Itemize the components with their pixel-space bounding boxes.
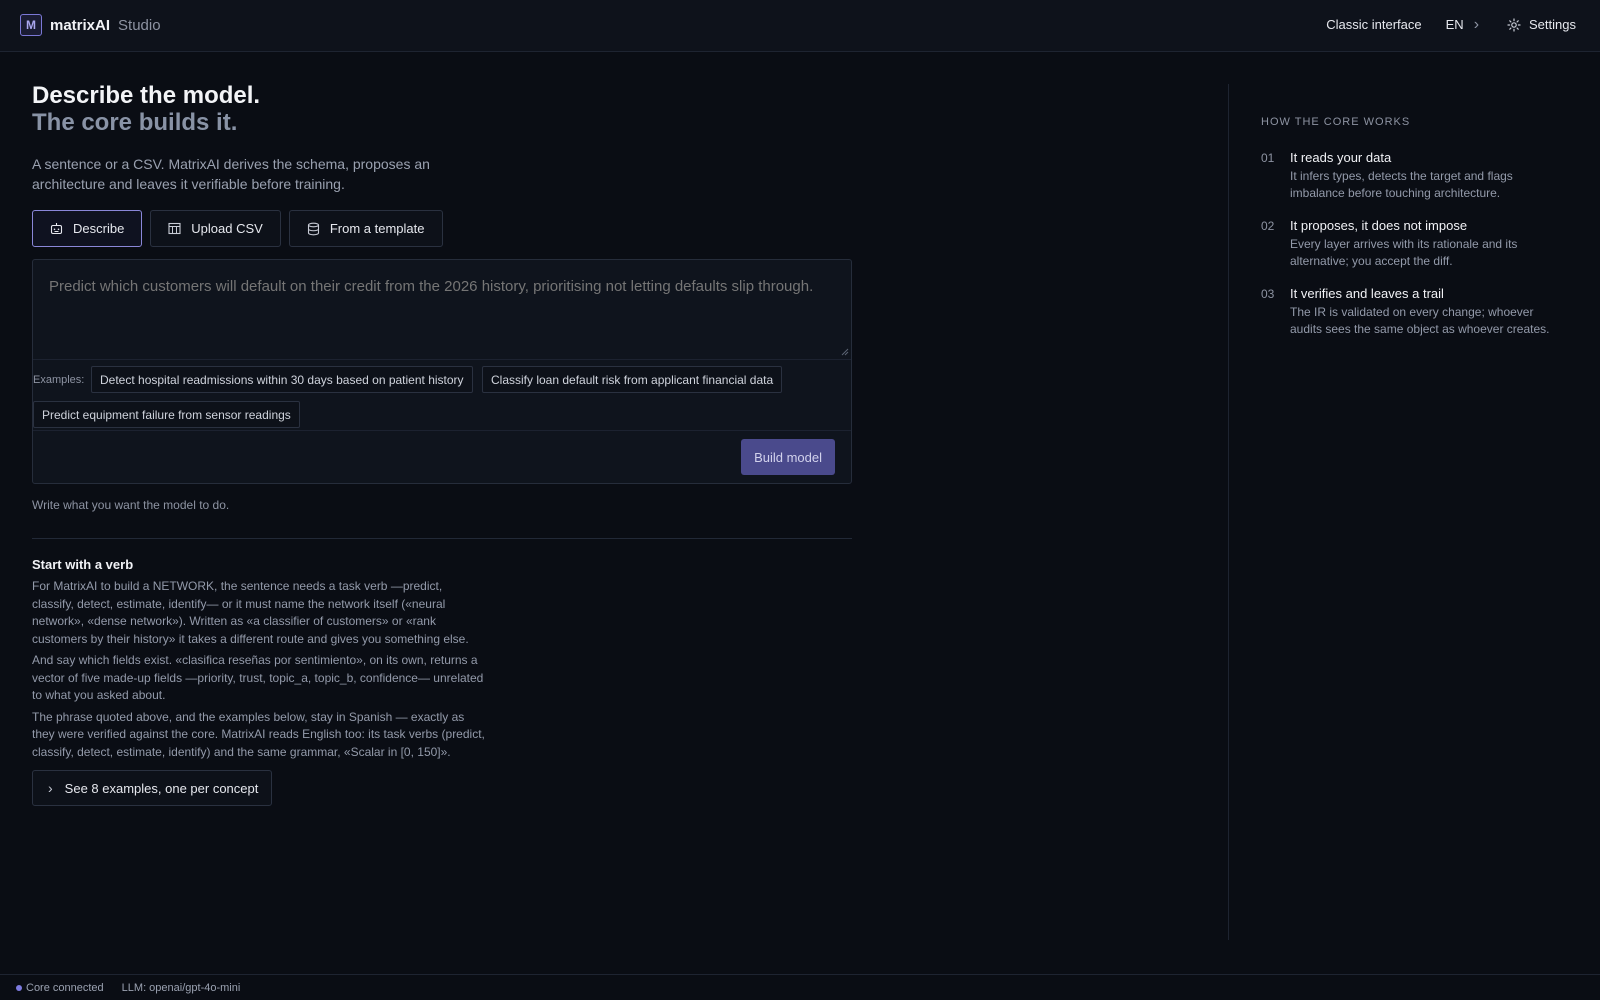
- step-item: 02 It proposes, it does not impose Every…: [1261, 218, 1561, 270]
- status-bar: Core connected LLM: openai/gpt-4o-mini: [0, 974, 1600, 1000]
- llm-model-label: LLM: openai/gpt-4o-mini: [121, 981, 241, 994]
- classic-interface-link[interactable]: Classic interface: [1326, 17, 1421, 32]
- language-switcher[interactable]: EN ›: [1445, 16, 1480, 33]
- composer-footer: Build model: [33, 430, 851, 483]
- step-title: It proposes, it does not impose: [1290, 218, 1468, 233]
- step-description: Every layer arrives with its rationale a…: [1290, 237, 1518, 268]
- step-number: 01: [1261, 151, 1275, 165]
- how-it-works-panel: HOW THE CORE WORKS 01 It reads your data…: [1261, 116, 1561, 338]
- how-title: HOW THE CORE WORKS: [1261, 116, 1411, 128]
- step-description: The IR is validated on every change; who…: [1290, 305, 1550, 336]
- chevron-right-icon: ›: [48, 780, 53, 796]
- guide-paragraph: The phrase quoted above, and the example…: [32, 709, 485, 759]
- product-name: Studio: [118, 16, 161, 34]
- top-nav: Classic interface EN › Settings: [1326, 16, 1576, 33]
- top-bar: M matrixAI Studio Classic interface EN ›…: [0, 0, 1600, 52]
- step-number: 02: [1261, 219, 1275, 233]
- connection-status-dot-icon: [16, 984, 22, 991]
- step-title: It reads your data: [1290, 150, 1392, 165]
- divider: [32, 538, 852, 539]
- page-title: Describe the model.: [32, 82, 261, 109]
- lead-text: A sentence or a CSV. MatrixAI derives th…: [32, 156, 430, 192]
- resize-handle-icon[interactable]: [841, 348, 849, 356]
- gear-icon: [1507, 17, 1521, 32]
- language-label: EN: [1445, 17, 1464, 32]
- main-content: Describe the model. The core builds it. …: [32, 82, 852, 806]
- build-model-button[interactable]: Build model: [741, 439, 835, 475]
- examples-label: Examples:: [33, 374, 85, 386]
- robot-icon: [50, 223, 63, 235]
- tab-describe[interactable]: Describe: [32, 210, 143, 247]
- composer-panel: Examples: Detect hospital readmissions w…: [32, 259, 852, 484]
- step-item: 01 It reads your data It infers types, d…: [1261, 150, 1561, 202]
- step-number: 03: [1261, 287, 1275, 301]
- tab-upload-csv[interactable]: Upload CSV: [150, 210, 281, 247]
- logo-icon: M: [20, 14, 42, 36]
- description-input[interactable]: [33, 260, 851, 360]
- guide-paragraph: And say which fields exist. «clasifica r…: [32, 653, 484, 702]
- column-divider: [1228, 84, 1229, 940]
- tab-from-template-label: From a template: [329, 221, 425, 236]
- table-icon: [168, 222, 181, 235]
- step-description: It infers types, detects the target and …: [1290, 169, 1513, 200]
- see-examples-button[interactable]: › See 8 examples, one per concept: [32, 770, 273, 806]
- example-chip[interactable]: Predict equipment failure from sensor re…: [33, 401, 300, 428]
- chevron-right-icon: ›: [1473, 16, 1480, 33]
- example-chip[interactable]: Classify loan default risk from applican…: [482, 366, 783, 393]
- brand-name: matrixAI: [50, 16, 111, 34]
- brand[interactable]: M matrixAI Studio: [20, 14, 161, 36]
- guide-title: Start with a verb: [32, 557, 134, 572]
- guide-paragraph: For MatrixAI to build a NETWORK, the sen…: [32, 579, 469, 646]
- input-hint: Write what you want the model to do.: [32, 498, 230, 512]
- settings-label: Settings: [1529, 17, 1576, 32]
- page-subtitle: The core builds it.: [32, 109, 238, 136]
- input-mode-tabs: Describe Upload CSV From a template: [32, 210, 852, 247]
- see-examples-label: See 8 examples, one per concept: [64, 780, 259, 796]
- tab-from-template[interactable]: From a template: [288, 210, 443, 247]
- step-title: It verifies and leaves a trail: [1290, 286, 1444, 301]
- tab-upload-csv-label: Upload CSV: [191, 221, 263, 236]
- example-chip[interactable]: Detect hospital readmissions within 30 d…: [91, 366, 473, 393]
- database-icon: [307, 222, 319, 235]
- step-item: 03 It verifies and leaves a trail The IR…: [1261, 286, 1561, 338]
- connection-status: Core connected: [26, 981, 104, 994]
- settings-button[interactable]: Settings: [1507, 17, 1576, 32]
- tab-describe-label: Describe: [73, 221, 125, 236]
